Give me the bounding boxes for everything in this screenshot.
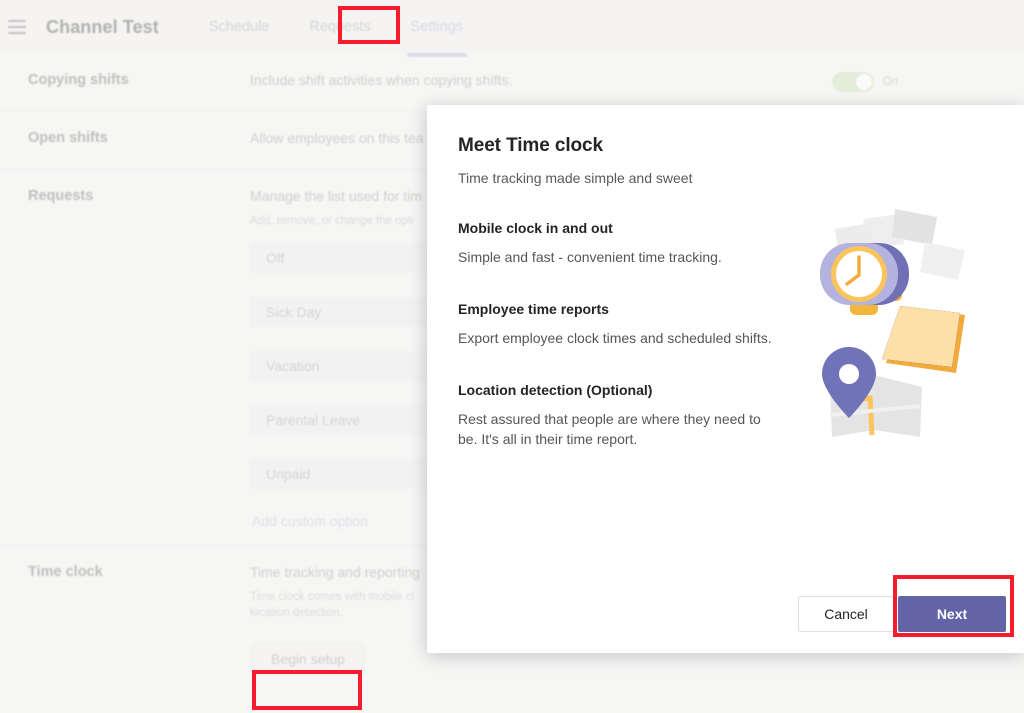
dialog-content: Meet Time clock Time tracking made simpl… — [458, 135, 808, 449]
dialog-footer: Cancel Next — [427, 575, 1024, 653]
dialog-subtitle: Time tracking made simple and sweet — [458, 170, 693, 186]
note-graphic — [882, 306, 965, 373]
next-button[interactable]: Next — [898, 596, 1006, 632]
dialog-title: Meet Time clock — [458, 135, 603, 156]
feature-desc: Rest assured that people are where they … — [458, 411, 761, 447]
time-clock-illustration — [800, 187, 1010, 487]
feature-location-detection: Location detection (Optional) Rest assur… — [458, 382, 808, 449]
feature-time-reports: Employee time reports Export employee cl… — [458, 301, 808, 348]
feature-mobile-clock: Mobile clock in and out Simple and fast … — [458, 220, 808, 267]
feature-desc: Simple and fast - convenient time tracki… — [458, 249, 722, 265]
feature-title: Mobile clock in and out — [458, 220, 613, 236]
feature-title: Employee time reports — [458, 301, 609, 317]
clock-graphic — [820, 243, 909, 315]
feature-title: Location detection (Optional) — [458, 382, 653, 398]
feature-desc: Export employee clock times and schedule… — [458, 330, 772, 346]
cancel-button[interactable]: Cancel — [798, 596, 894, 632]
app-window: Channel Test Schedule Requests Settings … — [0, 0, 1024, 713]
meet-time-clock-dialog: Meet Time clock Time tracking made simpl… — [427, 105, 1024, 653]
